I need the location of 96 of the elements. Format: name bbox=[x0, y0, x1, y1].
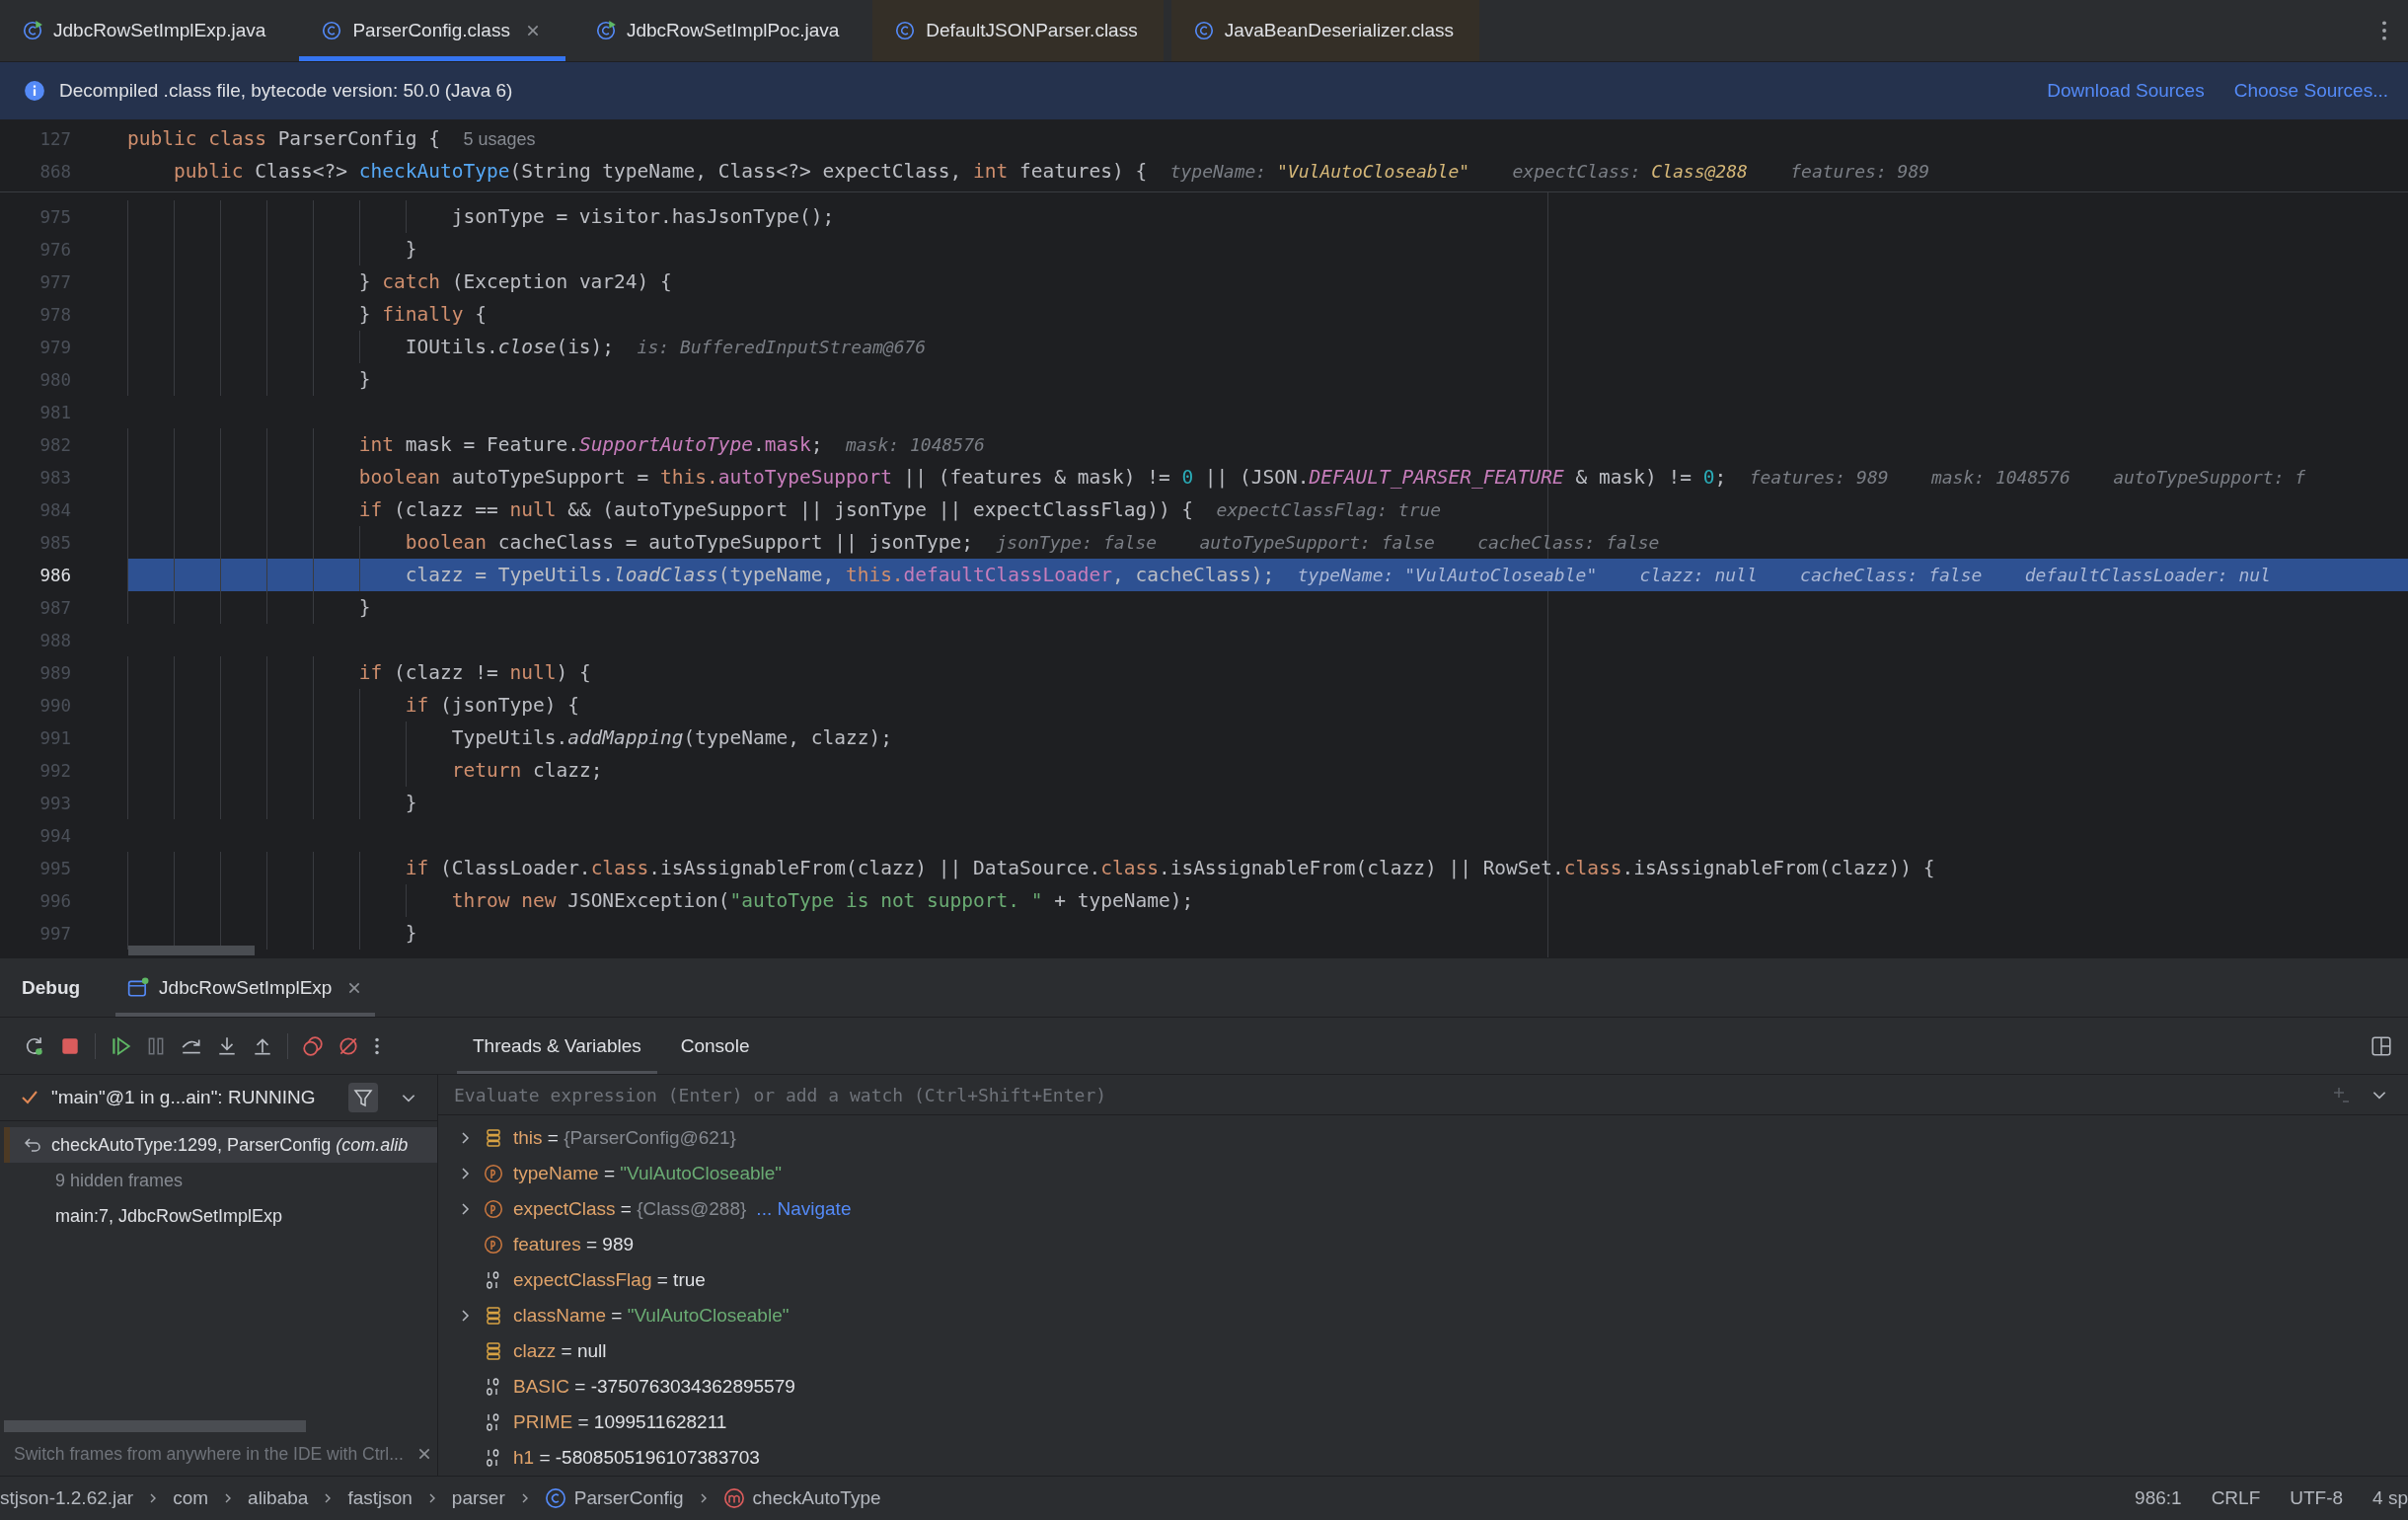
code-line: } bbox=[358, 595, 371, 621]
inline-values: is: BufferedInputStream@676 bbox=[637, 336, 927, 359]
method-icon bbox=[722, 1487, 745, 1509]
navigate-link[interactable]: ... Navigate bbox=[756, 1198, 852, 1220]
code-line: } bbox=[358, 367, 371, 393]
field-icon bbox=[484, 1128, 503, 1148]
info-icon bbox=[24, 80, 45, 102]
stack-frame[interactable]: checkAutoType:1299, ParserConfig (com.alib bbox=[4, 1127, 437, 1163]
code-line: if (clazz == null && (autoTypeSupport || jsonType || expectClassFlag)) { bbox=[358, 497, 1194, 523]
inline-values: jsonType: false autoTypeSupport: false cacheClass: false bbox=[996, 531, 1660, 555]
variable-entry[interactable]: h1 = -5808505196107383703 bbox=[513, 1447, 760, 1469]
window-icon bbox=[127, 976, 150, 999]
return-arrow-icon bbox=[24, 1135, 43, 1155]
parameter-icon bbox=[484, 1235, 503, 1254]
code-line: return clazz; bbox=[451, 758, 603, 784]
inline-values: features: 989 mask: 1048576 autoTypeSupport: f bbox=[1749, 466, 2306, 490]
variable-entry[interactable]: clazz = null bbox=[513, 1340, 607, 1362]
variable-entry[interactable]: this = {ParserConfig@621} bbox=[513, 1127, 736, 1149]
class-icon bbox=[544, 1487, 566, 1509]
status-item[interactable]: 986:1 bbox=[2135, 1487, 2182, 1509]
step-into-icon[interactable] bbox=[216, 1034, 238, 1057]
inline-values: typeName: "VulAutoCloseable" clazz: null cacheClass: false defaultClassLoader: nul bbox=[1297, 564, 2271, 587]
close-icon[interactable] bbox=[416, 1447, 431, 1461]
thread-selector[interactable]: "main"@1 in g...ain": RUNNING bbox=[51, 1087, 316, 1108]
inline-values: mask: 1048576 bbox=[845, 433, 985, 457]
filter-icon[interactable] bbox=[348, 1083, 378, 1112]
code-line: clazz = TypeUtils.loadClass(typeName, this.defaultClassLoader, cacheClass); bbox=[405, 563, 1275, 588]
code-line: if (ClassLoader.class.isAssignableFrom(clazz) || DataSource.class.isAssignableFrom(clazz) || RowSet.class.isAssignableFrom(clazz)) { bbox=[405, 856, 1935, 881]
field-icon bbox=[484, 1341, 503, 1361]
parameter-icon bbox=[484, 1164, 503, 1183]
code-line: public class ParserConfig { bbox=[127, 126, 440, 152]
breadcrumb[interactable]: ParserConfig bbox=[544, 1487, 684, 1509]
class-icon bbox=[1192, 20, 1215, 41]
variable-entry[interactable]: features = 989 bbox=[513, 1234, 634, 1255]
status-item[interactable]: 4 sp bbox=[2372, 1487, 2408, 1509]
variable-entry[interactable]: expectClassFlag = true bbox=[513, 1269, 706, 1291]
usages-link[interactable]: 5 usages bbox=[463, 121, 536, 156]
view-tab[interactable]: Threads & Variables bbox=[457, 1018, 657, 1074]
variable-entry[interactable]: expectClass = {Class@288} bbox=[513, 1198, 747, 1220]
scrollbar-thumb[interactable] bbox=[128, 946, 255, 955]
variable-entry[interactable]: typeName = "VulAutoCloseable" bbox=[513, 1163, 783, 1184]
variable-entry[interactable]: PRIME = 1099511628211 bbox=[513, 1411, 727, 1433]
tip-text: Switch frames from anywhere in the IDE with Ctrl... bbox=[14, 1443, 404, 1465]
banner-link[interactable]: Choose Sources... bbox=[2233, 80, 2388, 102]
code-line: jsonType = visitor.hasJsonType(); bbox=[451, 204, 835, 230]
scrollbar-thumb[interactable] bbox=[4, 1420, 306, 1432]
parameter-icon bbox=[484, 1199, 503, 1219]
more-icon[interactable] bbox=[2380, 19, 2388, 42]
class-run-icon bbox=[22, 20, 43, 41]
code-line: if (jsonType) { bbox=[405, 693, 579, 719]
code-line: TypeUtils.addMapping(typeName, clazz); bbox=[451, 725, 892, 751]
variable-entry[interactable]: BASIC = -3750763034362895579 bbox=[513, 1376, 795, 1398]
close-icon[interactable] bbox=[347, 980, 362, 995]
rerun-icon[interactable] bbox=[24, 1034, 45, 1057]
code-line: public Class<?> checkAutoType(String typeName, Class<?> expectClass, int features) { bbox=[173, 159, 1148, 185]
breadcrumb[interactable]: fastjson bbox=[347, 1487, 413, 1509]
evaluate-field[interactable]: Evaluate expression (Enter) or add a watch (Ctrl+Shift+Enter) bbox=[438, 1074, 2331, 1115]
code-line: boolean autoTypeSupport = this.autoTypeSupport || (features & mask) != 0 || (JSON.DEFAULT_PARSER_FEATURE & mask) != 0; bbox=[358, 465, 1727, 491]
status-item[interactable]: UTF-8 bbox=[2290, 1487, 2344, 1509]
session-tab[interactable]: JdbcRowSetImplExp bbox=[115, 958, 376, 1017]
inline-values: expectClassFlag: true bbox=[1216, 498, 1442, 522]
class-run-icon bbox=[594, 20, 617, 41]
code-line: } bbox=[405, 921, 417, 947]
variable-entry[interactable]: className = "VulAutoCloseable" bbox=[513, 1305, 790, 1327]
close-icon[interactable] bbox=[525, 24, 540, 38]
panel-title: Debug bbox=[22, 976, 81, 999]
layout-icon[interactable] bbox=[2370, 1034, 2392, 1057]
code-line: if (clazz != null) { bbox=[358, 660, 591, 686]
breadcrumb[interactable]: alibaba bbox=[248, 1487, 309, 1509]
view-tab[interactable]: Console bbox=[664, 1018, 766, 1074]
inline-values: typeName: "VulAutoCloseable" expectClass: Class@288 features: 989 bbox=[1169, 160, 1930, 184]
field-icon bbox=[484, 1306, 503, 1326]
breadcrumb[interactable]: stjson-1.2.62.jar bbox=[0, 1487, 134, 1509]
banner-text: Decompiled .class file, bytecode version: 50.0 (Java 6) bbox=[59, 80, 513, 102]
breadcrumb[interactable]: com bbox=[173, 1487, 209, 1509]
line-number: 986 bbox=[38, 565, 71, 585]
class-icon bbox=[321, 20, 343, 41]
resume-icon[interactable] bbox=[110, 1034, 131, 1057]
code-line: boolean cacheClass = autoTypeSupport || jsonType; bbox=[405, 530, 974, 556]
stack-frame[interactable]: 9 hidden frames bbox=[0, 1163, 437, 1198]
editor-tab[interactable]: DefaultJSONParser.class bbox=[872, 0, 1164, 61]
code-line: } catch (Exception var24) { bbox=[358, 269, 672, 295]
breadcrumb[interactable]: checkAutoType bbox=[722, 1487, 881, 1509]
class-icon bbox=[894, 20, 917, 41]
status-item[interactable]: CRLF bbox=[2211, 1487, 2261, 1509]
code-line: IOUtils.close(is); bbox=[405, 335, 615, 360]
code-line: int mask = Feature.SupportAutoType.mask; bbox=[358, 432, 823, 458]
code-line: } bbox=[405, 237, 417, 263]
code-line: throw new JSONException("autoType is not support. " + typeName); bbox=[451, 888, 1194, 914]
breadcrumb[interactable]: parser bbox=[451, 1487, 505, 1509]
breakpoints-icon[interactable] bbox=[302, 1034, 324, 1057]
code-line: } bbox=[405, 791, 417, 816]
stack-frame[interactable]: main:7, JdbcRowSetImplExp bbox=[0, 1198, 437, 1234]
banner-link[interactable]: Download Sources bbox=[2047, 80, 2205, 102]
code-line: } finally { bbox=[358, 302, 487, 328]
editor-tab[interactable]: JavaBeanDeserializer.class bbox=[1170, 0, 1480, 61]
